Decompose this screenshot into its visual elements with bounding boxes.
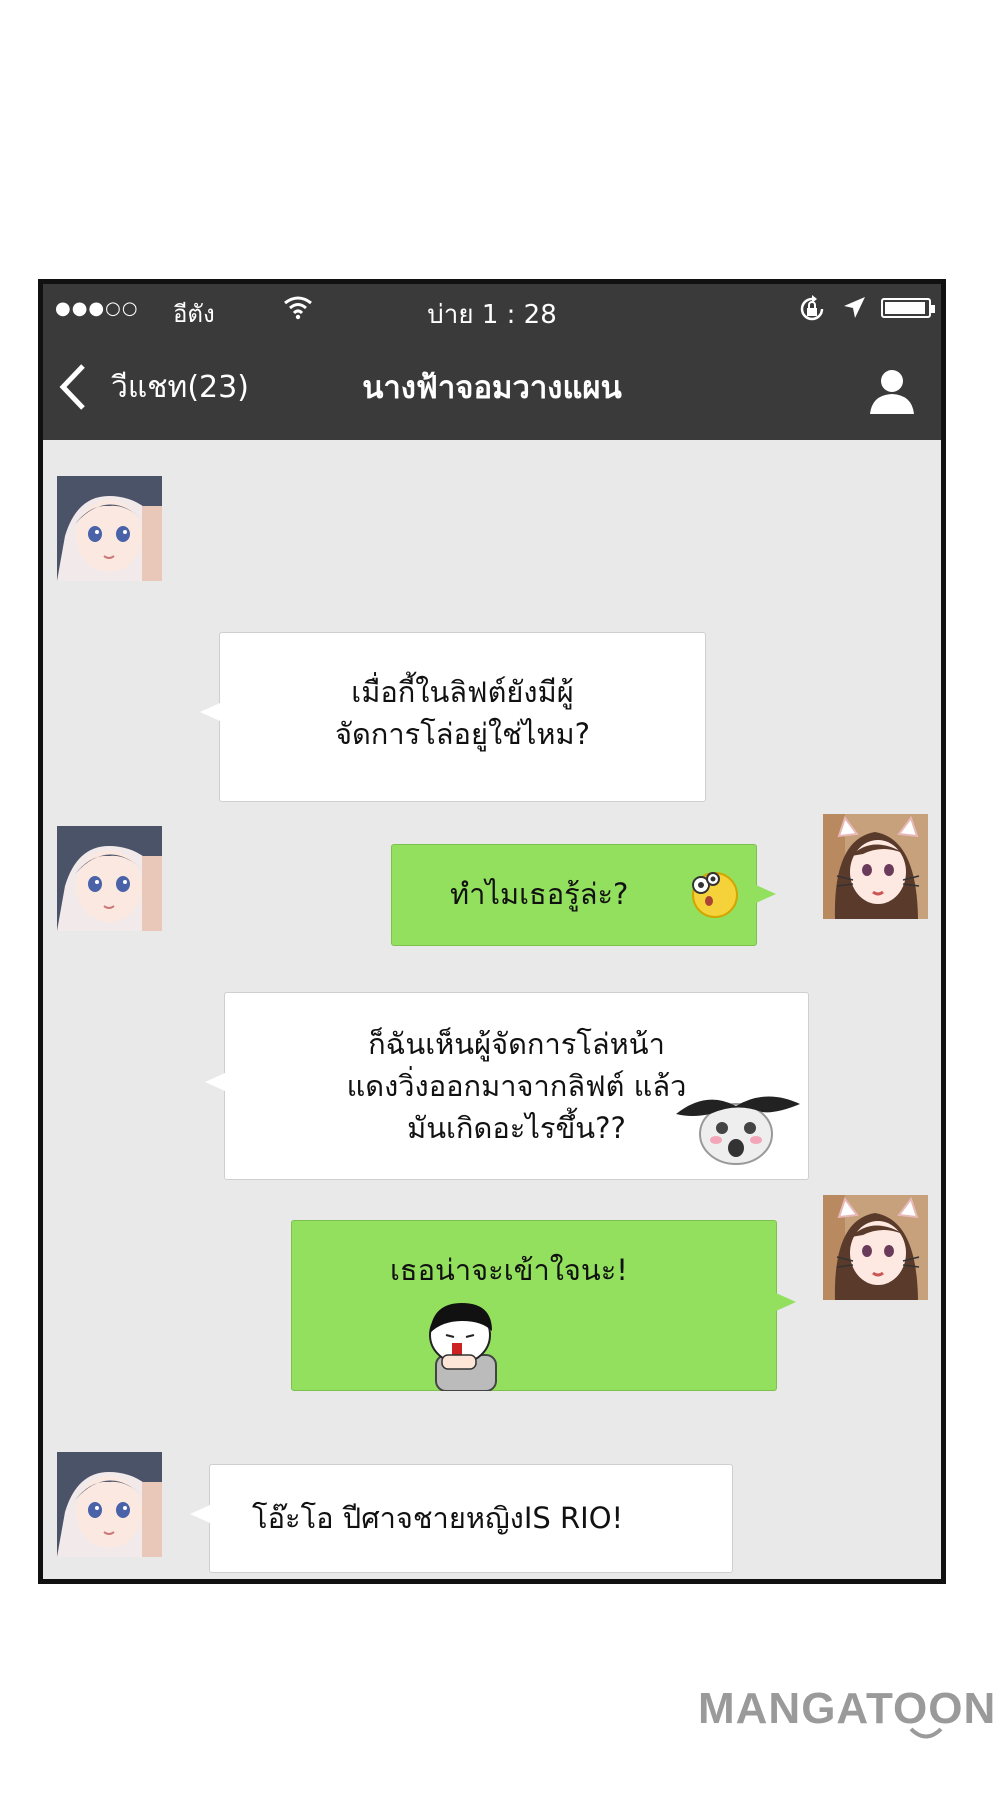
- phone-frame: ●●●○○ อีตัง บ่าย 1 : 28 วีแชท(23) นางฟ้า…: [38, 279, 946, 1584]
- rotation-lock-icon: [798, 295, 826, 327]
- brand-smile-icon: [908, 1726, 944, 1748]
- avatar-left-girl[interactable]: [57, 826, 162, 931]
- message-line: จัดการโล่อยู่ใช่ไหม?: [334, 717, 591, 751]
- avatar-left-girl[interactable]: [57, 476, 162, 581]
- message-bubble-received[interactable]: ก็ฉันเห็นผู้จัดการโล่หน้า แดงวิ่งออกมาจา…: [205, 992, 809, 1180]
- battery-icon: [881, 298, 935, 318]
- location-arrow-icon: [841, 295, 867, 325]
- nav-bar: วีแชท(23) นางฟ้าจอมวางแผน: [43, 334, 941, 440]
- nosebleed-boy-sticker: [422, 1299, 508, 1402]
- avatar-right-cat-girl[interactable]: [823, 1195, 928, 1300]
- status-bar: ●●●○○ อีตัง บ่าย 1 : 28: [43, 284, 941, 334]
- avatar-right-cat-girl[interactable]: [823, 814, 928, 919]
- shocked-face-sticker: [666, 1084, 806, 1177]
- surprised-emoji-icon: [687, 867, 739, 930]
- profile-icon[interactable]: [869, 368, 915, 418]
- avatar-left-girl[interactable]: [57, 1452, 162, 1557]
- message-bubble-received[interactable]: เมื่อกี้ในลิฟต์ยังมีผู้ จัดการโล่อยู่ใช่…: [200, 632, 706, 802]
- message-bubble-sent[interactable]: เธอน่าจะเข้าใจนะ!: [291, 1220, 796, 1392]
- message-bubble-received[interactable]: โอ๊ะโอ ปีศาจชายหญิงIS RIO!: [190, 1464, 733, 1573]
- message-text: ทำไมเธอรู้ล่ะ?: [450, 877, 629, 911]
- message-bubble-sent[interactable]: ทำไมเธอรู้ล่ะ?: [391, 844, 776, 946]
- message-text: เธอน่าจะเข้าใจนะ!: [390, 1253, 628, 1287]
- brand-logo: MANGATOON: [698, 1684, 997, 1733]
- message-text: โอ๊ะโอ ปีศาจชายหญิงIS RIO!: [252, 1501, 624, 1535]
- chat-area: เมื่อกี้ในลิฟต์ยังมีผู้ จัดการโล่อยู่ใช่…: [43, 440, 941, 1579]
- top-bar: ●●●○○ อีตัง บ่าย 1 : 28 วีแชท(23) นางฟ้า…: [43, 284, 941, 440]
- chat-title: นางฟ้าจอมวางแผน: [362, 370, 622, 406]
- message-line: เมื่อกี้ในลิฟต์ยังมีผู้: [351, 675, 574, 709]
- message-line: ก็ฉันเห็นผู้จัดการโล่หน้า: [368, 1027, 665, 1061]
